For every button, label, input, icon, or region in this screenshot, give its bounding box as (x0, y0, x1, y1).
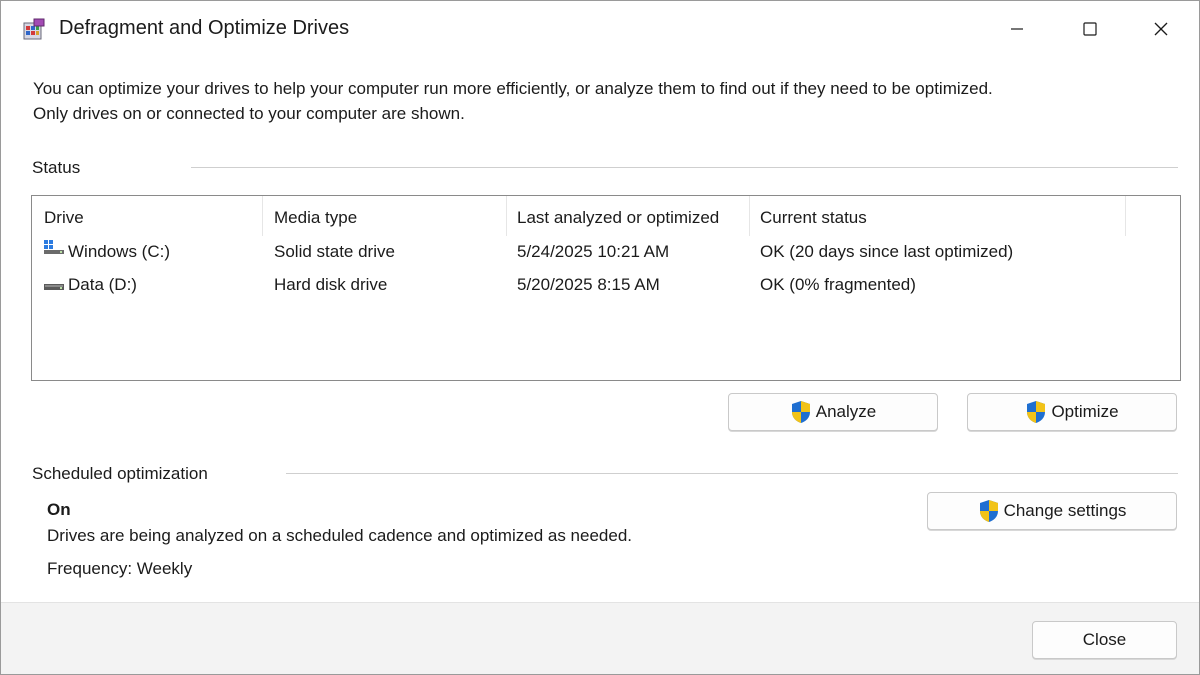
defrag-window: Defragment and Optimize Drives You can o… (0, 0, 1200, 675)
analyze-label: Analyze (815, 402, 877, 421)
media-type: Solid state drive (274, 242, 395, 261)
minimize-button[interactable] (994, 9, 1040, 49)
status-label: Status (32, 158, 81, 177)
defrag-app-icon (23, 18, 45, 40)
column-divider[interactable] (262, 196, 263, 236)
optimize-button[interactable]: Optimize (967, 393, 1177, 431)
drive-name: Windows (C:) (68, 242, 171, 261)
column-header-current-status[interactable]: Current status (760, 208, 867, 228)
scheduled-optimization-label: Scheduled optimization (32, 464, 208, 483)
drive-name: Data (D:) (68, 275, 137, 294)
change-settings-label: Change settings (1003, 501, 1127, 520)
close-window-button[interactable] (1138, 9, 1184, 49)
schedule-description: Drives are being analyzed on a scheduled… (47, 526, 633, 545)
windows-drive-icon (44, 240, 64, 254)
close-icon (1154, 22, 1168, 36)
current-status: OK (0% fragmented) (760, 275, 916, 294)
schedule-frequency: Frequency: Weekly (47, 559, 193, 578)
close-button[interactable]: Close (1032, 621, 1177, 659)
minimize-icon (1011, 28, 1023, 30)
column-divider[interactable] (749, 196, 750, 236)
title-bar[interactable]: Defragment and Optimize Drives (1, 1, 1199, 57)
status-divider (191, 167, 1178, 168)
last-analyzed: 5/24/2025 10:21 AM (517, 242, 670, 261)
maximize-button[interactable] (1067, 9, 1113, 49)
optimize-label: Optimize (1051, 402, 1119, 421)
media-type: Hard disk drive (274, 275, 388, 294)
analyze-button[interactable]: Analyze (728, 393, 938, 431)
footer-bar: Close (1, 602, 1199, 674)
column-header-last-analyzed[interactable]: Last analyzed or optimized (517, 208, 719, 228)
column-header-drive[interactable]: Drive (44, 208, 84, 228)
close-label: Close (1082, 630, 1127, 649)
column-divider[interactable] (1125, 196, 1126, 236)
window-title: Defragment and Optimize Drives (59, 17, 350, 39)
maximize-icon (1083, 22, 1097, 36)
scheduled-divider (286, 473, 1178, 474)
column-divider[interactable] (506, 196, 507, 236)
description-line-2: Only drives on or connected to your comp… (33, 104, 465, 123)
change-settings-button[interactable]: Change settings (927, 492, 1177, 530)
schedule-state: On (47, 500, 71, 519)
last-analyzed: 5/20/2025 8:15 AM (517, 275, 660, 294)
current-status: OK (20 days since last optimized) (760, 242, 1014, 261)
uac-shield-icon (1027, 401, 1046, 423)
uac-shield-icon (791, 401, 810, 423)
column-header-media-type[interactable]: Media type (274, 208, 357, 228)
hard-drive-icon (44, 284, 64, 290)
description-line-1: You can optimize your drives to help you… (33, 79, 993, 98)
uac-shield-icon (979, 500, 998, 522)
description: You can optimize your drives to help you… (33, 76, 993, 126)
drive-list[interactable]: Drive Media type Last analyzed or optimi… (31, 195, 1181, 381)
